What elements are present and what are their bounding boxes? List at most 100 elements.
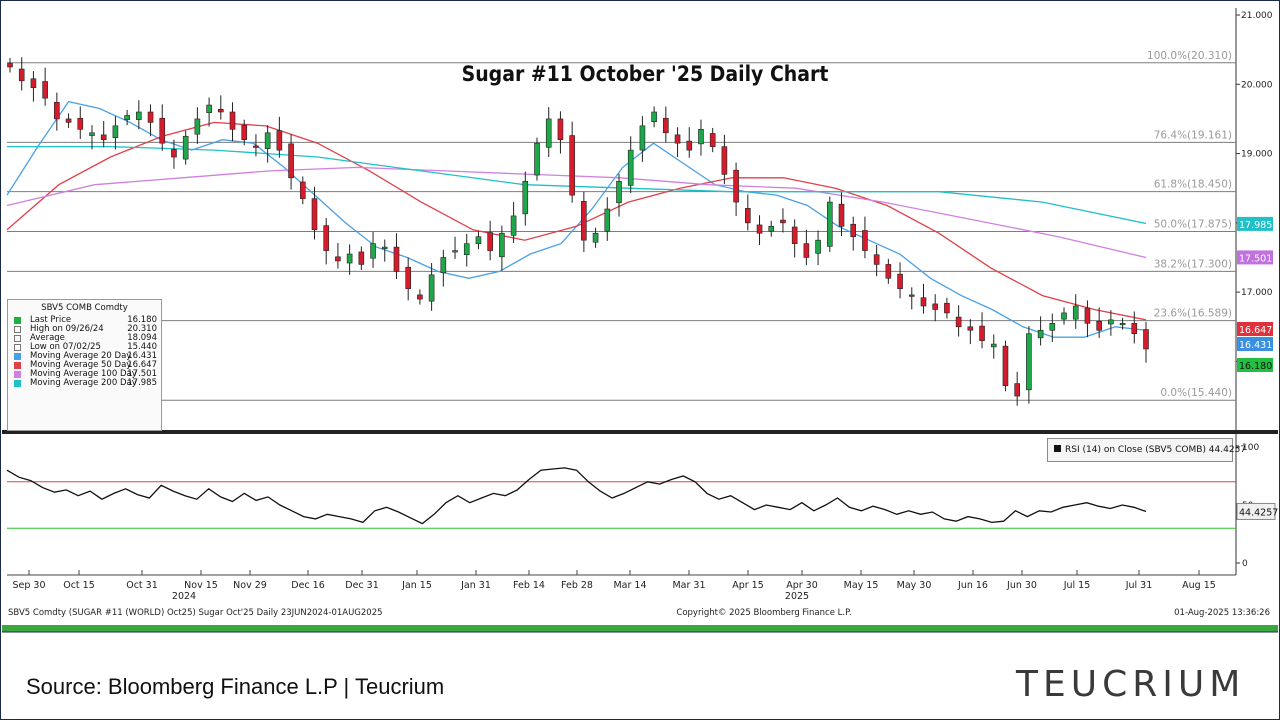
price-label-text: 17.985 <box>1239 220 1272 231</box>
candle-body <box>440 257 447 274</box>
candle-body <box>674 134 681 144</box>
candle-body <box>147 111 154 123</box>
candle-body <box>1119 323 1126 326</box>
candle-body <box>897 273 903 289</box>
x-tick-label: Sep 30 <box>12 580 45 591</box>
candle-body <box>194 118 201 135</box>
candle-body <box>229 111 236 130</box>
rsi-value-label: 44.4257 <box>1239 507 1278 518</box>
panel-separator <box>2 430 1278 434</box>
legend-swatch-ma20 <box>14 353 21 360</box>
price-tick-label: 17.000 <box>1241 288 1273 298</box>
candle-body <box>639 125 646 151</box>
candle-body <box>908 294 915 297</box>
x-tick-label: Dec 31 <box>345 580 379 591</box>
candle-body <box>721 146 728 175</box>
fib-label: 0.0%(15.440) <box>1160 387 1232 399</box>
candle-body <box>1002 345 1009 386</box>
candle-body <box>159 117 166 144</box>
x-tick-label: Aug 15 <box>1182 580 1216 591</box>
rsi-legend: RSI (14) on Close (SBV5 COMB) 44.4257 <box>1047 438 1246 462</box>
x-tick-label: Mar 31 <box>672 580 705 591</box>
x-tick-label: May 30 <box>897 580 932 591</box>
candle-body <box>136 111 142 120</box>
candle-body <box>182 135 189 160</box>
chart-title: Sugar #11 October '25 Daily Chart <box>462 62 829 86</box>
candle-body <box>709 133 716 147</box>
bottom-left-caption: SBV5 Comdty (SUGAR #11 (WORLD) Oct25) Su… <box>8 608 383 618</box>
x-tick-label: Feb 28 <box>561 580 593 591</box>
x-tick-label: May 15 <box>844 580 879 591</box>
candle-body <box>171 149 177 158</box>
year-label: 2024 <box>172 591 196 602</box>
candle-body <box>803 243 810 258</box>
source-caption: Source: Bloomberg Finance L.P | Teucrium <box>26 674 445 699</box>
x-tick-label: Dec 16 <box>291 580 325 591</box>
candle-body <box>1037 329 1044 339</box>
legend-title: SBV5 COMB Comdty <box>41 303 128 313</box>
price-label-text: 16.431 <box>1239 340 1272 351</box>
candle-body <box>288 143 294 179</box>
candle-body <box>663 117 669 134</box>
candle-body <box>1014 383 1020 397</box>
price-chart: 21.00020.00019.00018.00017.00016.000100.… <box>2 8 1278 633</box>
candle-body <box>206 104 212 113</box>
candle-body <box>65 118 72 123</box>
candle-body <box>42 81 48 99</box>
x-tick-label: Nov 15 <box>184 580 218 591</box>
x-tick-label: Feb 14 <box>513 580 545 591</box>
candle-body <box>686 140 693 151</box>
candle-body <box>323 225 330 251</box>
legend-swatch-average <box>14 335 21 342</box>
candle-body <box>815 239 821 254</box>
x-tick-label: Jun 30 <box>1006 580 1037 591</box>
candle-body <box>838 203 845 227</box>
candle-body <box>463 243 470 256</box>
candle-body <box>218 108 224 113</box>
candle-body <box>7 63 13 68</box>
x-tick-label: Oct 31 <box>126 580 158 591</box>
copyright-caption: Copyright© 2025 Bloomberg Finance L.P. <box>676 608 851 618</box>
legend-swatch-ma200 <box>14 380 21 387</box>
candle-body <box>18 68 25 82</box>
candle-body <box>311 198 318 231</box>
candle-body <box>780 219 786 224</box>
year-label: 2025 <box>785 591 809 602</box>
candle-body <box>393 246 400 272</box>
candle-body <box>698 129 704 145</box>
candle-body <box>1072 305 1079 320</box>
candle-body <box>346 253 353 264</box>
candle-body <box>370 243 376 259</box>
candle-body <box>510 215 517 236</box>
x-tick-label: Jul 15 <box>1063 580 1091 591</box>
candle-body <box>604 208 611 232</box>
candle-body <box>979 325 985 341</box>
fib-label: 61.8%(18.450) <box>1154 179 1232 191</box>
candle-body <box>1084 307 1091 324</box>
candle-body <box>850 223 857 238</box>
candle-body <box>1061 312 1067 320</box>
candle-body <box>241 124 248 141</box>
x-tick-label: Jan 15 <box>401 580 432 591</box>
x-tick-label: Nov 29 <box>233 580 267 591</box>
candle-body <box>616 180 622 204</box>
candle-body <box>452 250 458 253</box>
candle-body <box>955 316 962 328</box>
green-footer-bar <box>2 625 1278 632</box>
rsi-legend-swatch <box>1054 445 1061 452</box>
candle-body <box>1108 319 1114 325</box>
candle-body <box>30 78 37 89</box>
x-tick-label: Apr 30 <box>786 580 818 591</box>
x-tick-label: Oct 15 <box>63 580 95 591</box>
candle-body <box>77 117 84 130</box>
fib-label: 50.0%(17.875) <box>1154 219 1232 231</box>
candle-body <box>733 169 739 203</box>
price-label-text: 16.180 <box>1239 361 1272 372</box>
candle-body <box>627 149 634 186</box>
teucrium-logo: TEUCRIUM <box>1016 664 1246 705</box>
candle-body <box>475 236 482 244</box>
legend-swatch-ma50 <box>14 362 21 369</box>
candle-body <box>100 134 107 141</box>
candle-body <box>651 111 657 122</box>
candle-body <box>873 254 880 265</box>
